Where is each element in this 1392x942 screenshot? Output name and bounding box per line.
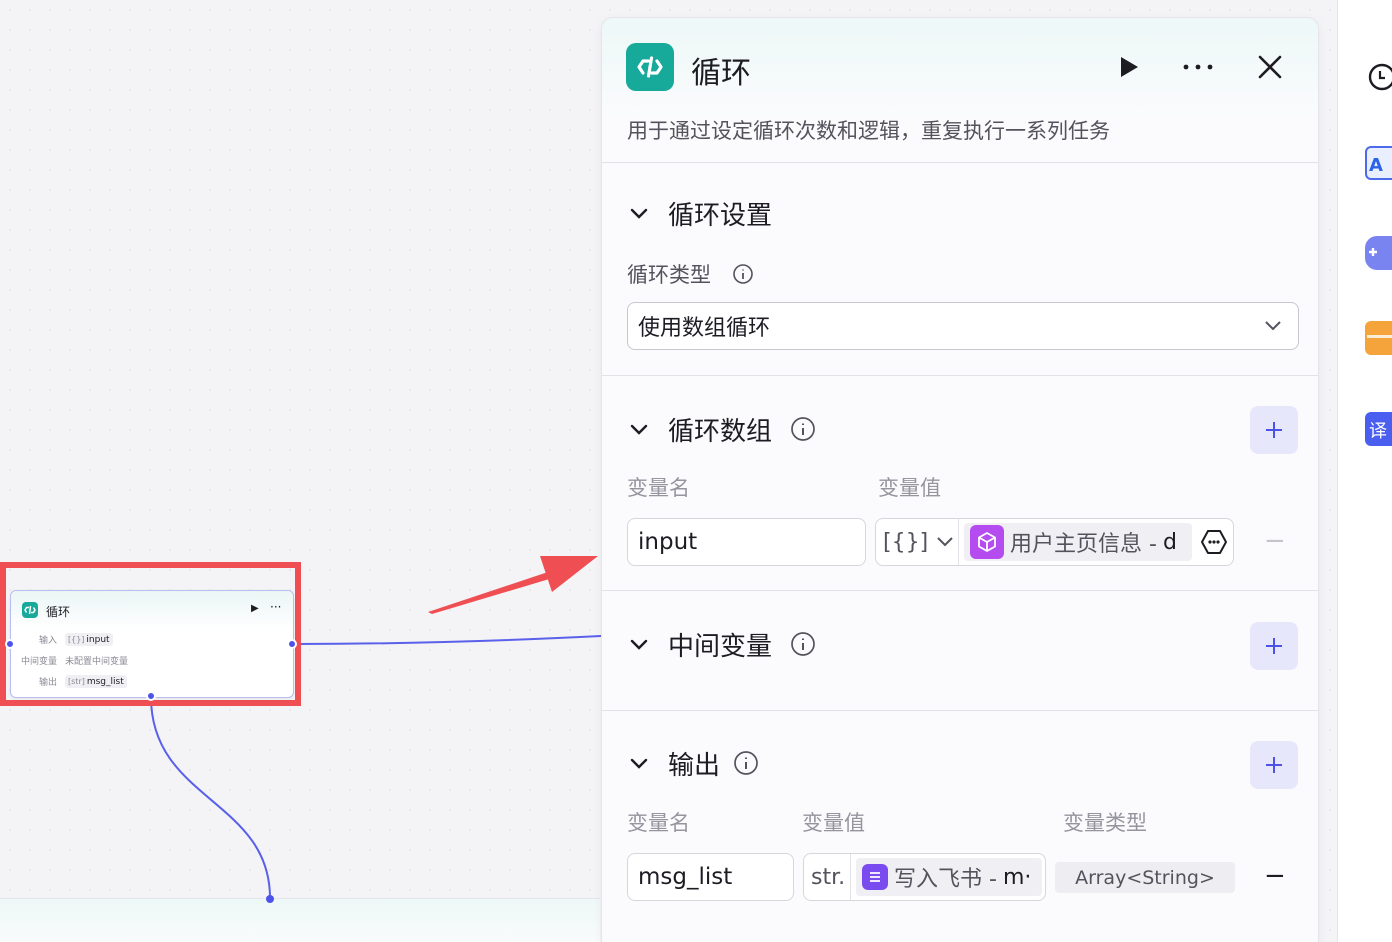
loop-node-title: 循环 bbox=[46, 605, 71, 619]
translate-icon[interactable]: 译 bbox=[1365, 412, 1392, 446]
column-variable-type: 变量类型 bbox=[1063, 811, 1147, 835]
array-object-type-icon: [{}] bbox=[68, 635, 85, 644]
info-icon[interactable] bbox=[733, 750, 759, 776]
type-selector[interactable]: str. bbox=[804, 854, 851, 900]
array-string-type-icon: [str] bbox=[68, 677, 85, 686]
loop-node-run-icon[interactable]: ▶ bbox=[251, 603, 259, 614]
toolbox-icon[interactable] bbox=[1365, 321, 1392, 355]
play-icon bbox=[1121, 57, 1138, 77]
column-variable-value: 变量值 bbox=[878, 476, 941, 500]
remove-loop-array-button[interactable]: − bbox=[1264, 526, 1286, 556]
more-icon bbox=[1183, 64, 1213, 70]
edge-to-panel bbox=[295, 635, 602, 645]
gamepad-icon[interactable] bbox=[1365, 236, 1392, 270]
loop-type-select[interactable]: 使用数组循环 bbox=[627, 302, 1299, 350]
loop-node-input-row: 输入 [{}] input bbox=[11, 633, 293, 647]
run-button[interactable] bbox=[1110, 51, 1146, 83]
remove-output-button[interactable]: − bbox=[1264, 861, 1286, 891]
reference-source: 写入飞书 - bbox=[894, 867, 997, 892]
list-doc-icon bbox=[862, 864, 888, 890]
chevron-down-icon bbox=[937, 537, 953, 547]
loop-node-middle-row: 中间变量 未配置中间变量 bbox=[11, 654, 293, 668]
panel-title: 循环 bbox=[691, 56, 751, 91]
right-sidebar: A 译 bbox=[1337, 0, 1392, 942]
node-config-panel: 循环 用于通过设定循环次数和逻辑，重复执行一系列任务 循环设置 循环类型 使用数… bbox=[601, 17, 1319, 942]
loop-array-value-ref[interactable]: [{}] 用户主页信息 - d bbox=[875, 518, 1234, 566]
variable-reference-chip[interactable]: 用户主页信息 - d bbox=[964, 523, 1192, 561]
section-title-output: 输出 bbox=[668, 751, 721, 781]
loop-node-output-tag: [str] msg_list bbox=[65, 675, 127, 688]
loop-node-row-value: 未配置中间变量 bbox=[65, 657, 129, 667]
loop-node-row-label: 中间变量 bbox=[20, 657, 57, 667]
section-title-loop-settings: 循环设置 bbox=[668, 201, 773, 231]
chevron-down-icon[interactable] bbox=[629, 420, 649, 440]
chevron-down-icon[interactable] bbox=[629, 754, 649, 774]
reference-field: m· bbox=[1002, 864, 1032, 890]
add-middle-var-button[interactable] bbox=[1250, 622, 1298, 670]
chevron-down-icon[interactable] bbox=[629, 204, 649, 224]
plus-icon bbox=[1266, 422, 1282, 438]
loop-node-output-port[interactable] bbox=[287, 639, 297, 649]
output-type-badge: Array<String> bbox=[1055, 862, 1235, 893]
column-variable-name: 变量名 bbox=[627, 811, 690, 835]
close-button[interactable] bbox=[1252, 51, 1288, 83]
loop-node-input-tag: [{}] input bbox=[65, 633, 113, 646]
output-value-ref[interactable]: str. 写入飞书 - m· bbox=[803, 853, 1046, 901]
clock-icon[interactable] bbox=[1365, 60, 1392, 94]
panel-description: 用于通过设定循环次数和逻辑，重复执行一系列任务 bbox=[627, 119, 1110, 143]
loop-node-output-row: 输出 [str] msg_list bbox=[11, 675, 293, 689]
loop-node-row-value: input bbox=[86, 634, 110, 645]
plus-icon bbox=[1266, 638, 1282, 654]
loop-node-input-port[interactable] bbox=[5, 639, 15, 649]
loop-node-row-value: msg_list bbox=[86, 676, 124, 687]
panel-header: 循环 用于通过设定循环次数和逻辑，重复执行一系列任务 bbox=[602, 18, 1318, 163]
info-icon[interactable] bbox=[790, 416, 816, 442]
plus-icon bbox=[1266, 757, 1282, 773]
svg-text:A: A bbox=[1369, 155, 1383, 176]
string-type-icon: str. bbox=[811, 864, 846, 890]
add-output-button[interactable] bbox=[1250, 741, 1298, 789]
edge-end-port bbox=[266, 895, 274, 903]
loop-array-name-value: input bbox=[638, 529, 698, 555]
ai-app-icon[interactable]: A bbox=[1365, 146, 1392, 180]
info-icon[interactable] bbox=[732, 263, 754, 285]
reference-field: d bbox=[1162, 529, 1177, 555]
loop-node-icon bbox=[22, 602, 38, 618]
loop-node[interactable]: 循环 ▶ ··· 输入 [{}] input 中间变量 未配置中间变量 输出 [… bbox=[10, 590, 294, 698]
more-button[interactable] bbox=[1180, 51, 1216, 83]
section-title-loop-array: 循环数组 bbox=[668, 417, 773, 447]
chevron-down-icon bbox=[1265, 321, 1281, 331]
output-name-value: msg_list bbox=[638, 864, 733, 890]
type-selector[interactable]: [{}] bbox=[876, 519, 959, 565]
column-variable-value: 变量值 bbox=[802, 811, 865, 835]
loop-type-label: 循环类型 bbox=[627, 263, 711, 287]
box-icon bbox=[970, 525, 1004, 559]
close-icon bbox=[1258, 55, 1282, 79]
edge-down bbox=[150, 696, 271, 899]
add-loop-array-button[interactable] bbox=[1250, 406, 1298, 454]
loop-array-name-input[interactable]: input bbox=[627, 518, 866, 566]
loop-icon bbox=[626, 43, 674, 91]
output-name-input[interactable]: msg_list bbox=[627, 853, 794, 901]
loop-node-body-port[interactable] bbox=[146, 691, 156, 701]
reference-source: 用户主页信息 - bbox=[1010, 532, 1157, 557]
section-title-middle-vars: 中间变量 bbox=[668, 632, 773, 662]
info-icon[interactable] bbox=[790, 631, 816, 657]
svg-text:译: 译 bbox=[1369, 421, 1387, 442]
variable-picker-icon[interactable] bbox=[1200, 528, 1228, 556]
annotation-arrow bbox=[428, 556, 598, 614]
variable-reference-chip[interactable]: 写入飞书 - m· bbox=[856, 858, 1042, 896]
loop-node-row-label: 输出 bbox=[38, 678, 57, 688]
chevron-down-icon[interactable] bbox=[629, 635, 649, 655]
array-object-type-icon: [{}] bbox=[883, 529, 929, 555]
loop-type-value: 使用数组循环 bbox=[638, 316, 771, 341]
loop-node-more-icon[interactable]: ··· bbox=[270, 600, 281, 614]
column-variable-name: 变量名 bbox=[627, 476, 690, 500]
